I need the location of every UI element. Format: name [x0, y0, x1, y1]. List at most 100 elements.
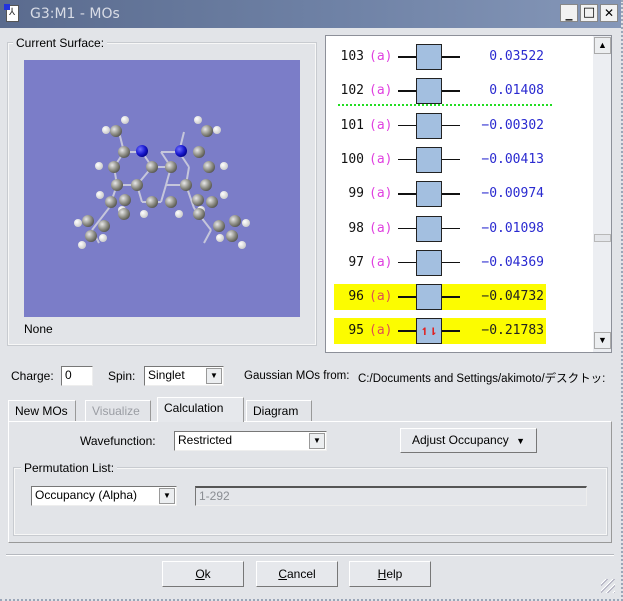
- scroll-up-button[interactable]: ▲: [594, 37, 611, 54]
- level-line-right: [442, 158, 460, 161]
- help-label: elp: [386, 567, 403, 581]
- spin-select[interactable]: Singlet ▼: [144, 366, 224, 386]
- permutation-list-label: Permutation List:: [21, 461, 118, 475]
- permutation-range-input[interactable]: 1-292: [195, 486, 587, 506]
- orbital-box[interactable]: ↿⇂: [416, 318, 442, 345]
- mo-symmetry: (a): [369, 151, 393, 167]
- scroll-thumb[interactable]: [594, 234, 611, 242]
- window-title: G3:M1 - MOs: [30, 6, 120, 22]
- tab-calculation[interactable]: Calculation: [157, 397, 244, 422]
- level-line-left: [398, 56, 416, 58]
- adjust-occupancy-label: Adjust Occupancy: [412, 433, 509, 447]
- level-line-right: [442, 90, 460, 92]
- mo-row[interactable]: 96 (a) −0.04732: [334, 284, 546, 311]
- wavefunction-label: Wavefunction:: [80, 434, 156, 448]
- orbital-box[interactable]: [416, 284, 442, 311]
- mo-row[interactable]: 102 (a) 0.01408: [334, 78, 546, 105]
- level-line-right: [442, 56, 460, 58]
- adjust-occupancy-button[interactable]: Adjust Occupancy ▼: [400, 428, 537, 453]
- mo-symmetry: (a): [369, 186, 393, 202]
- spin-label: Spin:: [108, 369, 136, 383]
- mo-index: 99: [348, 186, 364, 202]
- mo-index: 102: [340, 83, 364, 99]
- mo-row[interactable]: 100 (a) −0.00413: [334, 146, 546, 173]
- minimize-button[interactable]: _: [560, 4, 578, 22]
- level-line-left: [398, 261, 416, 264]
- orbital-box[interactable]: [416, 215, 442, 242]
- orbital-box[interactable]: [416, 249, 442, 276]
- cancel-mnemonic: C: [278, 567, 287, 581]
- scroll-down-button[interactable]: ▼: [594, 332, 611, 349]
- orbital-box[interactable]: [416, 112, 442, 139]
- mo-symmetry: (a): [369, 83, 393, 99]
- mo-row[interactable]: 98 (a) −0.01098: [334, 215, 546, 242]
- current-surface-label: Current Surface:: [13, 36, 108, 50]
- permutation-type-select[interactable]: Occupancy (Alpha) ▼: [31, 486, 177, 506]
- mo-energy: −0.04369: [481, 254, 544, 270]
- level-line-left: [398, 124, 416, 127]
- chevron-down-icon: ▼: [516, 436, 525, 446]
- mo-energy: −0.21783: [481, 323, 544, 339]
- spin-value: Singlet: [148, 368, 185, 382]
- close-button[interactable]: ✕: [600, 4, 618, 22]
- current-surface-value: None: [24, 322, 53, 336]
- mo-energy: −0.04732: [481, 289, 544, 305]
- level-line-left: [398, 227, 416, 229]
- mo-symmetry: (a): [369, 289, 393, 305]
- level-line-right: [442, 261, 460, 264]
- tab-visualize[interactable]: Visualize: [85, 400, 151, 421]
- molecule-structure: [74, 116, 250, 249]
- orbital-box[interactable]: [416, 146, 442, 173]
- molecule-viewer[interactable]: [24, 60, 300, 317]
- mo-index: 96: [348, 289, 364, 305]
- level-line-right: [442, 296, 460, 298]
- mo-symmetry: (a): [369, 323, 393, 339]
- cancel-button[interactable]: Cancel: [256, 561, 338, 587]
- title-bar[interactable]: G3:M1 - MOs _ □ ✕: [0, 0, 621, 28]
- ok-button[interactable]: Ok: [162, 561, 244, 587]
- mo-index: 101: [340, 117, 364, 133]
- cancel-label: ancel: [286, 567, 316, 581]
- tab-new-mos[interactable]: New MOs: [8, 400, 76, 421]
- mo-energy: 0.01408: [489, 83, 544, 99]
- maximize-button[interactable]: □: [580, 4, 598, 22]
- mo-row[interactable]: 99 (a) −0.00974: [334, 181, 546, 208]
- mo-symmetry: (a): [369, 220, 393, 236]
- mo-list-scrollbar[interactable]: ▲ ▼: [593, 36, 611, 352]
- wavefunction-select[interactable]: Restricted ▼: [174, 431, 327, 451]
- mo-index: 100: [340, 151, 364, 167]
- source-label: Gaussian MOs from:: [244, 370, 350, 382]
- chevron-down-icon[interactable]: ▼: [309, 433, 325, 449]
- mo-symmetry: (a): [369, 117, 393, 133]
- orbital-box[interactable]: [416, 78, 442, 105]
- level-line-left: [398, 90, 416, 92]
- tab-diagram[interactable]: Diagram: [246, 400, 312, 421]
- mo-symmetry: (a): [369, 49, 393, 64]
- chevron-down-icon[interactable]: ▼: [206, 368, 222, 384]
- orbital-box[interactable]: [416, 44, 442, 70]
- footer-separator: [6, 554, 614, 556]
- mo-row[interactable]: 97 (a) −0.04369: [334, 249, 546, 276]
- mo-row[interactable]: 101 (a) −0.00302: [334, 112, 546, 139]
- ok-label: k: [204, 567, 211, 581]
- level-line-right: [442, 227, 460, 229]
- charge-input[interactable]: 0: [61, 366, 93, 386]
- charge-label: Charge:: [11, 369, 54, 383]
- chevron-down-icon[interactable]: ▼: [159, 488, 175, 504]
- resize-grip[interactable]: [601, 579, 615, 593]
- mo-index: 98: [348, 220, 364, 236]
- orbital-box[interactable]: [416, 181, 442, 208]
- ok-mnemonic: O: [195, 567, 205, 581]
- mo-list[interactable]: 103 (a) 0.03522 102 (a) 0.01408 101 (a) −0.00302…: [325, 35, 612, 353]
- mo-row[interactable]: 95 (a) ↿⇂ −0.21783: [334, 318, 546, 345]
- help-button[interactable]: Help: [349, 561, 431, 587]
- mo-row[interactable]: 103 (a) 0.03522: [334, 44, 546, 70]
- permutation-type-value: Occupancy (Alpha): [35, 488, 138, 502]
- wavefunction-value: Restricted: [178, 433, 233, 447]
- mo-energy: −0.00413: [481, 151, 544, 167]
- level-line-right: [442, 193, 460, 195]
- mo-energy: 0.03522: [489, 49, 544, 64]
- mo-index: 97: [348, 254, 364, 270]
- carbon-atoms: [82, 125, 241, 242]
- mo-index: 95: [348, 323, 364, 339]
